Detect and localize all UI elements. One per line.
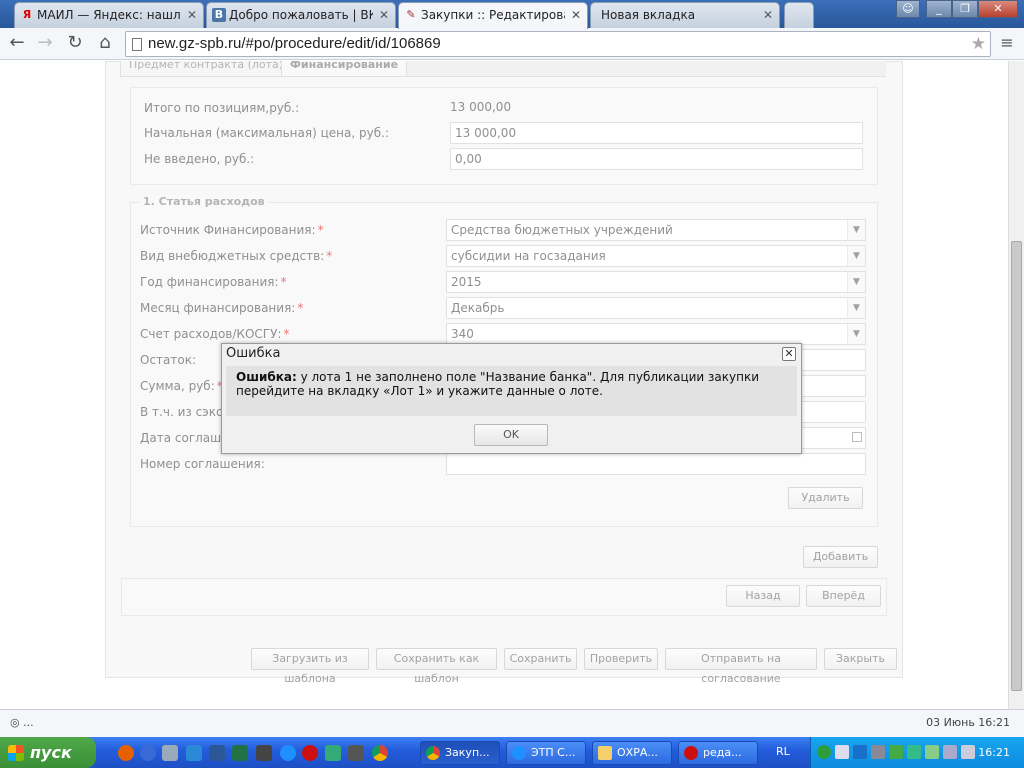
menu-icon[interactable]: ≡ bbox=[996, 33, 1018, 55]
browser-tab-yandex[interactable]: Я МАИЛ — Яндекс: нашлось 5 ✕ bbox=[14, 2, 204, 28]
tray-icon[interactable] bbox=[943, 745, 957, 759]
close-icon[interactable]: ✕ bbox=[782, 347, 796, 361]
folder-icon bbox=[598, 746, 612, 760]
user-icon[interactable]: ☺ bbox=[896, 0, 920, 18]
tray-icon[interactable] bbox=[871, 745, 885, 759]
browser-tab-new[interactable]: Новая вкладка ✕ bbox=[590, 2, 780, 28]
new-tab-button[interactable] bbox=[784, 2, 814, 28]
tool2-icon[interactable] bbox=[325, 745, 341, 761]
close-window-icon[interactable]: ✕ bbox=[978, 0, 1018, 18]
opera-icon bbox=[684, 746, 698, 760]
browser-tab-zakupki[interactable]: ✎ Закупки :: Редактировани ✕ bbox=[398, 2, 588, 29]
chrome-icon[interactable] bbox=[372, 745, 388, 761]
yandex-icon: Я bbox=[22, 8, 32, 21]
gavel-icon: ✎ bbox=[406, 8, 416, 21]
firefox-icon[interactable] bbox=[118, 745, 134, 761]
tab-title: Закупки :: Редактировани bbox=[421, 8, 565, 22]
tool-icon[interactable] bbox=[162, 745, 178, 761]
taskbar-item-zakupki[interactable]: Закуп... bbox=[420, 741, 500, 765]
forward-icon[interactable]: → bbox=[34, 33, 56, 55]
taskbar-item-etp[interactable]: ЭТП С... bbox=[506, 741, 586, 765]
back-icon[interactable]: ← bbox=[6, 33, 28, 55]
page-scrollbar[interactable] bbox=[1008, 61, 1024, 709]
taskbar-item-opera[interactable]: реда... bbox=[678, 741, 758, 765]
clock: 16:21 bbox=[978, 746, 1010, 759]
close-tab-icon[interactable]: ✕ bbox=[763, 3, 773, 27]
page-icon bbox=[132, 38, 142, 51]
dialog-title: Ошибка bbox=[226, 346, 281, 361]
tray-icon[interactable] bbox=[835, 745, 849, 759]
tray-icon[interactable] bbox=[907, 745, 921, 759]
status-datetime: 03 Июнь 16:21 bbox=[926, 716, 1010, 729]
windows-logo-icon bbox=[8, 745, 24, 761]
restore-icon[interactable]: ❐ bbox=[952, 0, 978, 18]
computer-icon[interactable] bbox=[256, 745, 272, 761]
home-icon[interactable]: ⌂ bbox=[94, 33, 116, 55]
system-tray: 16:21 bbox=[810, 737, 1024, 768]
volume-icon[interactable] bbox=[961, 745, 975, 759]
vk-icon: B bbox=[212, 8, 226, 22]
ie-icon bbox=[512, 746, 526, 760]
message-bold: Ошибка: bbox=[236, 370, 297, 384]
word-icon[interactable] bbox=[209, 745, 225, 761]
start-button[interactable]: пуск bbox=[0, 737, 96, 768]
app-icon[interactable] bbox=[186, 745, 202, 761]
dialog-message: Ошибка: у лота 1 не заполнено поле "Назв… bbox=[226, 366, 797, 416]
close-tab-icon[interactable]: ✕ bbox=[379, 3, 389, 27]
skype-icon[interactable] bbox=[853, 745, 867, 759]
scrollbar-thumb[interactable] bbox=[1011, 241, 1022, 691]
browser-tab-vk[interactable]: B Добро пожаловать | ВКонт ✕ bbox=[206, 2, 396, 28]
tab-title: Добро пожаловать | ВКонт bbox=[229, 8, 373, 22]
reload-icon[interactable]: ↻ bbox=[64, 33, 86, 55]
tab-title: МАИЛ — Яндекс: нашлось 5 bbox=[37, 8, 181, 22]
chrome-icon bbox=[426, 746, 440, 760]
browser-toolbar: ← → ↻ ⌂ new.gz-spb.ru/#po/procedure/edit… bbox=[0, 28, 1024, 60]
windows-taskbar: пуск Закуп... ЭТП С... ОХРА... реда... R… bbox=[0, 737, 1024, 768]
tab-title: Новая вкладка bbox=[601, 8, 696, 22]
tray-icon[interactable] bbox=[889, 745, 903, 759]
message-text: у лота 1 не заполнено поле "Название бан… bbox=[236, 370, 759, 398]
opera-icon[interactable] bbox=[302, 745, 318, 761]
media-player-icon[interactable] bbox=[140, 745, 156, 761]
close-tab-icon[interactable]: ✕ bbox=[187, 3, 197, 27]
close-tab-icon[interactable]: ✕ bbox=[571, 3, 581, 27]
minimize-icon[interactable]: _ bbox=[926, 0, 952, 18]
utorrent-icon[interactable] bbox=[817, 745, 831, 759]
ie-icon[interactable] bbox=[280, 745, 296, 761]
status-left: ◎ ... bbox=[10, 716, 34, 729]
taskbar-item-folder[interactable]: ОХРА... bbox=[592, 741, 672, 765]
browser-tab-strip: Я МАИЛ — Яндекс: нашлось 5 ✕ B Добро пож… bbox=[0, 0, 1024, 29]
ok-button[interactable]: OK bbox=[474, 424, 548, 446]
excel-icon[interactable] bbox=[232, 745, 248, 761]
tray-icon[interactable] bbox=[925, 745, 939, 759]
error-dialog: Ошибка ✕ Ошибка: у лота 1 не заполнено п… bbox=[221, 343, 802, 454]
address-bar[interactable]: new.gz-spb.ru/#po/procedure/edit/id/1068… bbox=[125, 31, 991, 57]
app2-icon[interactable] bbox=[348, 745, 364, 761]
bookmark-star-icon[interactable]: ★ bbox=[971, 32, 986, 56]
browser-status-bar: ◎ ... 03 Июнь 16:21 bbox=[0, 709, 1024, 737]
url-text: new.gz-spb.ru/#po/procedure/edit/id/1068… bbox=[148, 35, 441, 52]
language-indicator[interactable]: RL bbox=[776, 745, 790, 758]
